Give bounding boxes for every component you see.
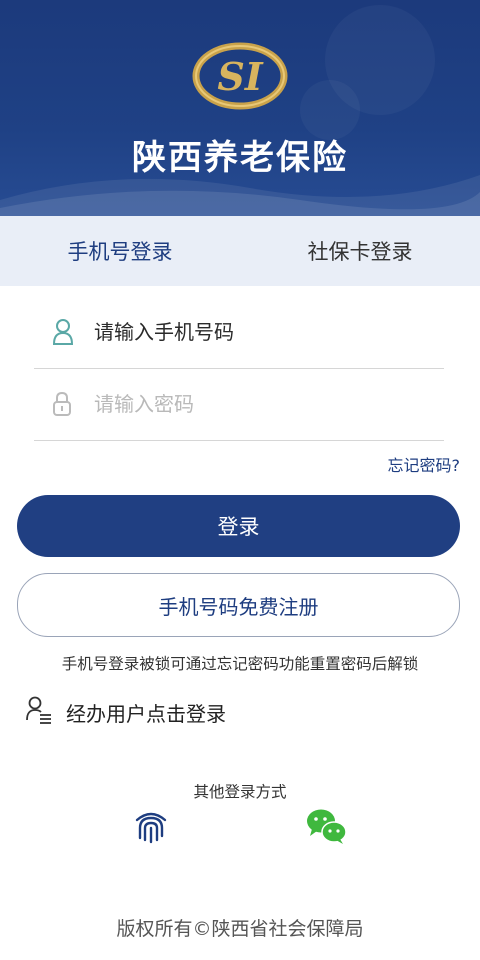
forgot-password-link[interactable]: 忘记密码? bbox=[388, 452, 461, 476]
copyright-footer: 版权所有©陕西省社会保障局 bbox=[116, 918, 364, 940]
app-header: SI 陕西养老保险 bbox=[0, 0, 480, 216]
unlock-notice: 手机号登录被锁可通过忘记密码功能重置密码后解锁 bbox=[61, 655, 419, 673]
password-field bbox=[34, 368, 444, 441]
phone-field bbox=[34, 296, 444, 369]
tab-card-login[interactable]: 社保卡登录 bbox=[240, 216, 480, 286]
wechat-icon[interactable] bbox=[304, 806, 348, 846]
register-button[interactable]: 手机号码免费注册 bbox=[17, 573, 460, 637]
login-button[interactable]: 登录 bbox=[17, 495, 460, 557]
logo-text: SI bbox=[217, 54, 263, 99]
login-tabs: 手机号登录 社保卡登录 bbox=[0, 216, 480, 286]
other-login-label: 其他登录方式 bbox=[193, 783, 287, 801]
social-insurance-logo: SI bbox=[192, 42, 288, 110]
tab-phone-login[interactable]: 手机号登录 bbox=[0, 216, 240, 286]
phone-input[interactable] bbox=[94, 320, 444, 344]
agent-login-label: 经办用户点击登录 bbox=[66, 701, 226, 726]
app-title: 陕西养老保险 bbox=[132, 138, 348, 178]
agent-user-icon bbox=[26, 696, 52, 728]
fingerprint-icon[interactable] bbox=[131, 806, 171, 846]
agent-login-link[interactable]: 经办用户点击登录 bbox=[26, 692, 226, 732]
user-icon bbox=[34, 318, 94, 346]
lock-icon bbox=[34, 391, 94, 417]
password-input[interactable] bbox=[94, 392, 444, 416]
